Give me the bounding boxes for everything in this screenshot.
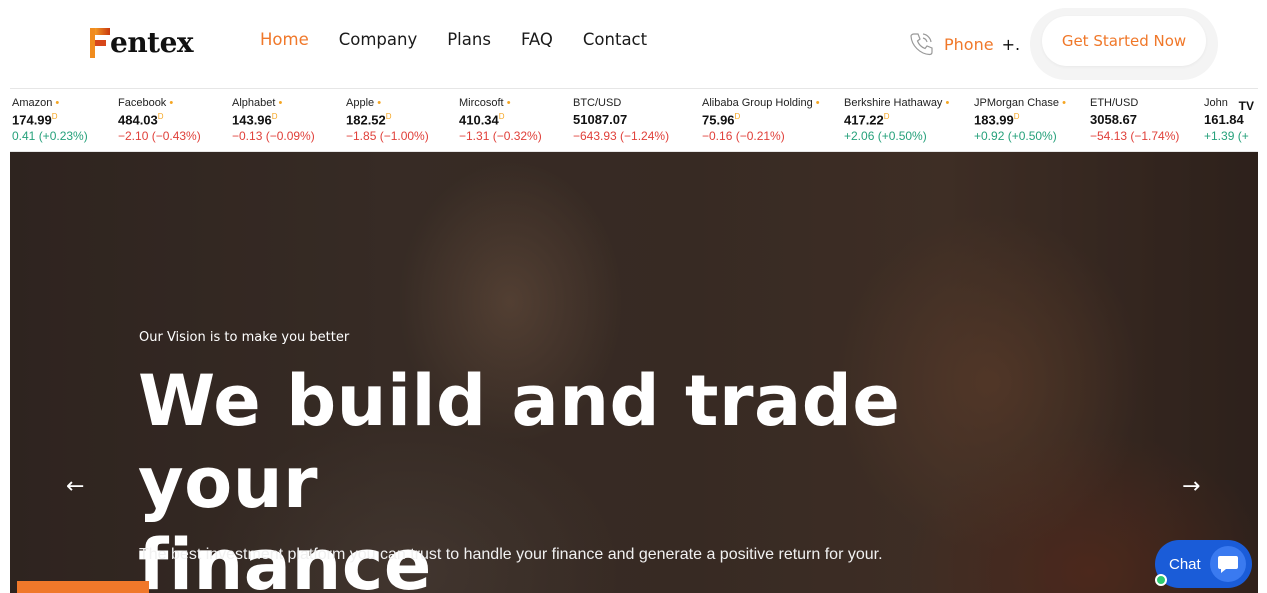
ticker-name: Alphabet	[232, 97, 276, 109]
ticker-name: Apple	[346, 97, 375, 109]
ticker-price: 183.99	[974, 112, 1014, 128]
ticker-badge: D	[51, 112, 58, 121]
ticker-name: Berkshire Hathaway	[844, 97, 943, 109]
ticker-badge: D	[385, 112, 392, 121]
ticker-price: 417.22	[844, 112, 884, 128]
logo-mark-icon	[90, 28, 110, 58]
nav-home[interactable]: Home	[260, 30, 309, 49]
ticker-item[interactable]: Alibaba Group Holding • 75.96D −0.16 (−0…	[702, 97, 820, 143]
ticker-item[interactable]: Apple • 182.52D −1.85 (−1.00%)	[346, 97, 429, 143]
ticker-price: 3058.67	[1090, 112, 1137, 127]
ticker-badge: D	[1013, 112, 1020, 121]
phone-number: +.	[1001, 34, 1021, 54]
phone-contact[interactable]: Phone +.	[908, 31, 1020, 57]
ticker-badge: D	[157, 112, 164, 121]
chat-bubble-icon	[1210, 546, 1246, 582]
ticker-badge: D	[883, 112, 890, 121]
ticker-change: −2.10 (−0.43%)	[118, 129, 201, 144]
stock-ticker[interactable]: Amazon • 174.99D 0.41 (+0.23%) Facebook …	[10, 88, 1258, 152]
ticker-name: BTC/USD	[573, 97, 622, 109]
ticker-name: Mircosoft	[459, 97, 504, 109]
nav-faq[interactable]: FAQ	[521, 30, 553, 49]
tradingview-logo[interactable]: TV	[1236, 99, 1256, 113]
page: entex Home Company Plans FAQ Contact Pho…	[0, 0, 1267, 593]
ticker-item[interactable]: Facebook • 484.03D −2.10 (−0.43%)	[118, 97, 201, 143]
ticker-name: JPMorgan Chase	[974, 97, 1059, 109]
ticker-item[interactable]: JPMorgan Chase • 183.99D +0.92 (+0.50%)	[974, 97, 1066, 143]
ticker-item[interactable]: ETH/USD 3058.67 −54.13 (−1.74%)	[1090, 97, 1179, 143]
hero-title-line-1: We build and trade your	[138, 360, 901, 524]
ticker-price: 143.96	[232, 112, 272, 128]
main-nav: Home Company Plans FAQ Contact	[260, 30, 647, 49]
get-started-button[interactable]: Get Started Now	[1042, 16, 1206, 66]
hero-slider: Our Vision is to make you better We buil…	[10, 152, 1258, 593]
logo[interactable]: entex	[90, 26, 194, 60]
ticker-name: Alibaba Group Holding	[702, 97, 813, 109]
logo-text: entex	[110, 26, 194, 59]
ticker-badge: D	[498, 112, 505, 121]
ticker-name: Facebook	[118, 97, 167, 109]
ticker-price: 484.03	[118, 112, 158, 128]
ticker-change: −1.31 (−0.32%)	[459, 129, 542, 144]
ticker-price: 174.99	[12, 112, 52, 128]
ticker-item[interactable]: Amazon • 174.99D 0.41 (+0.23%)	[12, 97, 88, 143]
nav-contact[interactable]: Contact	[583, 30, 647, 49]
ticker-price: 161.84	[1204, 112, 1244, 127]
ticker-change: +0.92 (+0.50%)	[974, 129, 1057, 144]
nav-plans[interactable]: Plans	[447, 30, 491, 49]
hero-description: The best investment platform you can tru…	[139, 546, 883, 563]
ticker-item[interactable]: Berkshire Hathaway • 417.22D +2.06 (+0.5…	[844, 97, 949, 143]
ticker-price: 410.34	[459, 112, 499, 128]
ticker-item[interactable]: BTC/USD 51087.07 −643.93 (−1.24%)	[573, 97, 669, 143]
ticker-change: 0.41 (+0.23%)	[12, 129, 88, 144]
ticker-name: John	[1204, 97, 1228, 109]
ticker-change: −54.13 (−1.74%)	[1090, 129, 1180, 143]
phone-label: Phone	[944, 34, 994, 54]
ticker-change: +1.39 (+	[1204, 129, 1249, 143]
ticker-item[interactable]: Alphabet • 143.96D −0.13 (−0.09%)	[232, 97, 315, 143]
online-status-dot	[1155, 574, 1167, 586]
phone-icon	[910, 33, 933, 56]
ticker-name: Amazon	[12, 97, 53, 109]
ticker-change: −1.85 (−1.00%)	[346, 129, 429, 144]
hero-subtitle: Our Vision is to make you better	[139, 330, 350, 345]
chat-label: Chat	[1169, 555, 1201, 573]
ticker-name: ETH/USD	[1090, 97, 1139, 109]
ticker-price: 182.52	[346, 112, 386, 128]
ticker-badge: D	[734, 112, 741, 121]
next-slide-arrow-icon[interactable]: →	[1182, 474, 1200, 499]
ticker-price: 75.96	[702, 112, 735, 128]
site-header: entex Home Company Plans FAQ Contact Pho…	[0, 0, 1267, 88]
ticker-item[interactable]: Mircosoft • 410.34D −1.31 (−0.32%)	[459, 97, 542, 143]
ticker-price: 51087.07	[573, 112, 628, 127]
nav-company[interactable]: Company	[339, 30, 418, 49]
prev-slide-arrow-icon[interactable]: ←	[66, 474, 84, 499]
ticker-change: −0.13 (−0.09%)	[232, 129, 315, 144]
ticker-change: −643.93 (−1.24%)	[573, 129, 670, 143]
hero-cta-button[interactable]	[17, 581, 149, 593]
ticker-change: +2.06 (+0.50%)	[844, 129, 927, 144]
ticker-badge: D	[271, 112, 278, 121]
chat-widget-button[interactable]: Chat	[1155, 540, 1252, 588]
ticker-change: −0.16 (−0.21%)	[702, 129, 785, 144]
